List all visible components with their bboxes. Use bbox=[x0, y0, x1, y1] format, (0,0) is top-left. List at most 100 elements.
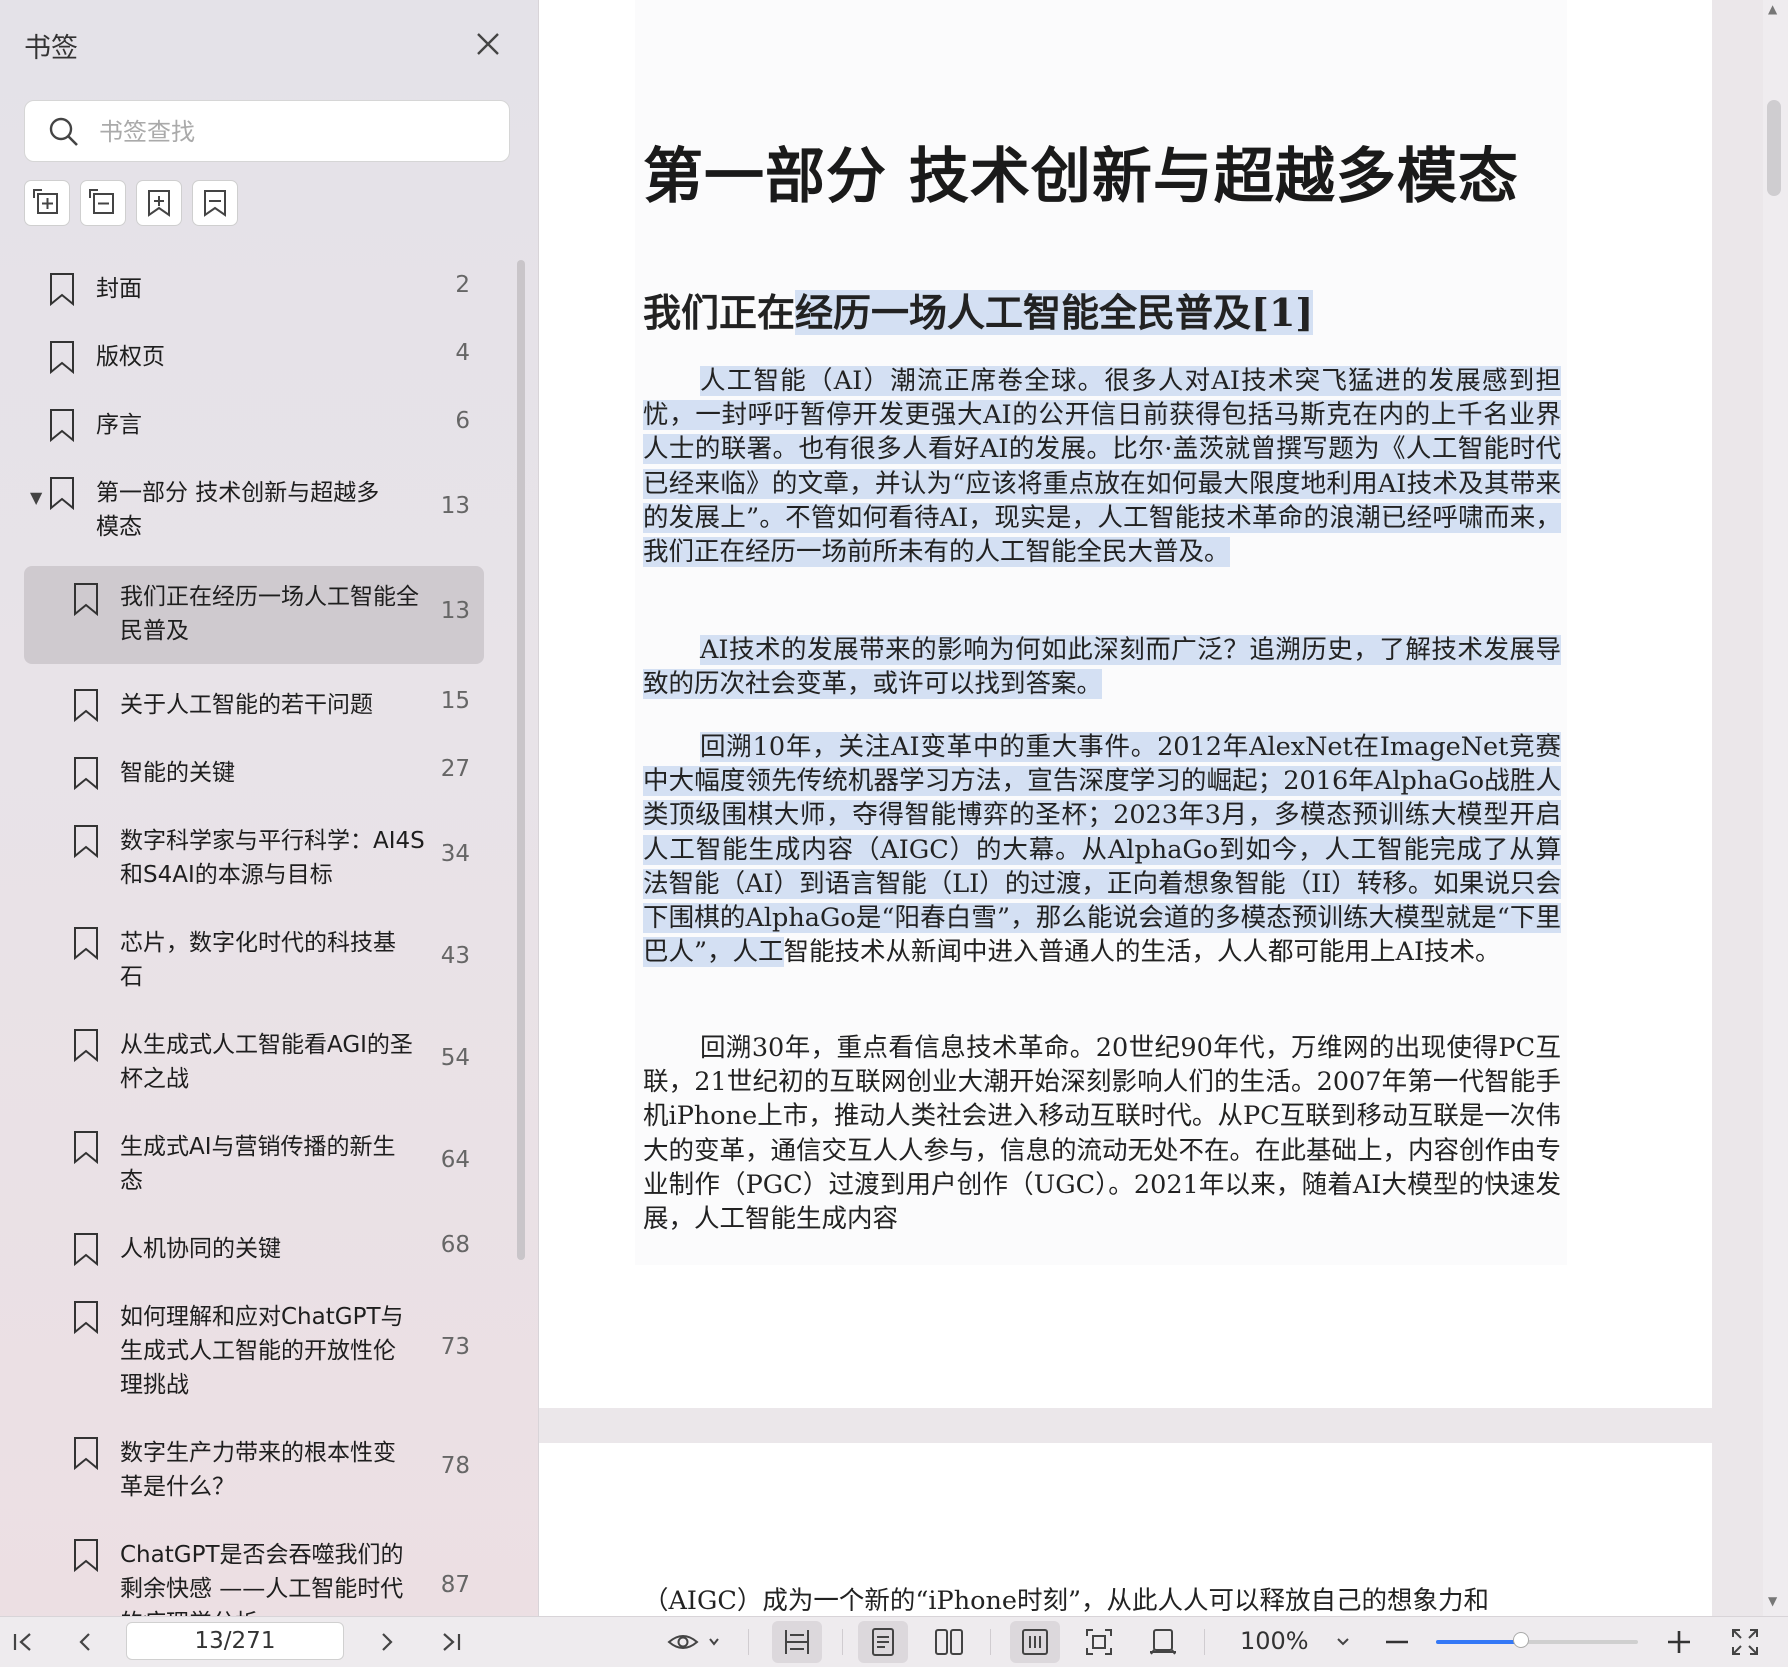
bottom-toolbar: 100% bbox=[0, 1616, 1788, 1667]
bookmark-item[interactable]: 如何理解和应对ChatGPT与生成式人工智能的开放性伦理挑战 73 bbox=[24, 1292, 484, 1410]
bookmark-label: 我们正在经历一场人工智能全民普及 bbox=[120, 584, 419, 644]
bookmark-item[interactable]: 关于人工智能的若干问题 15 bbox=[24, 680, 484, 730]
bookmark-item[interactable]: 数字科学家与平行科学：AI4S和S4AI的本源与目标 34 bbox=[24, 816, 484, 900]
zoom-level[interactable]: 100% bbox=[1240, 1627, 1309, 1655]
bookmark-label: 封面 bbox=[96, 276, 142, 302]
scroll-up-icon[interactable]: ▲ bbox=[1768, 2, 1777, 16]
paragraph[interactable]: AI技术的发展带来的影响为何如此深刻而广泛？追溯历史，了解技术发展导致的历次社会… bbox=[643, 633, 1561, 701]
bookmark-page: 68 bbox=[440, 1232, 470, 1258]
caret-down-icon[interactable]: ▼ bbox=[30, 488, 42, 507]
chevron-down-icon[interactable] bbox=[1326, 1625, 1360, 1659]
bookmark-item-expanded[interactable]: ▼ 第一部分 技术创新与超越多模态 13 bbox=[24, 468, 484, 552]
bookmark-search[interactable] bbox=[24, 100, 510, 162]
rotate-page-icon[interactable] bbox=[1146, 1625, 1180, 1659]
continuous-scroll-icon[interactable] bbox=[1018, 1625, 1052, 1659]
panel-title: 书签 bbox=[24, 33, 78, 64]
bookmark-page: 87 bbox=[440, 1572, 470, 1598]
bookmark-icon bbox=[74, 825, 98, 858]
zoom-slider-thumb[interactable] bbox=[1512, 1632, 1529, 1648]
bookmark-icon bbox=[74, 757, 98, 790]
bookmark-icon bbox=[74, 1539, 98, 1572]
document-scroll-thumb[interactable] bbox=[1767, 100, 1781, 196]
paragraph-highlight: 人工智能（AI）潮流正席卷全球。很多人对AI技术突飞猛进的发展感到担忧，一封呼吁… bbox=[643, 366, 1561, 568]
bookmark-list: 封面 2 版权页 4 序言 6 ▼ 第一部分 技术创新与超越多模态 13 我们正… bbox=[0, 250, 538, 1616]
paragraph[interactable]: 回溯30年，重点看信息技术革命。20世纪90年代，万维网的出现使得PC互联，21… bbox=[643, 1031, 1561, 1236]
eye-read-mode-icon[interactable] bbox=[666, 1625, 726, 1659]
bookmark-icon bbox=[50, 341, 74, 374]
document-page: 第一部分 技术创新与超越多模态 我们正在经历一场人工智能全民普及[1] 人工智能… bbox=[539, 0, 1712, 1408]
bookmark-page: 4 bbox=[455, 340, 470, 366]
bookmark-item[interactable]: 智能的关键 27 bbox=[24, 748, 484, 798]
bookmark-label: 数字科学家与平行科学：AI4S和S4AI的本源与目标 bbox=[120, 828, 425, 888]
search-icon bbox=[47, 115, 81, 149]
prev-page-icon[interactable] bbox=[68, 1625, 102, 1659]
divider bbox=[748, 1629, 749, 1655]
bookmark-toggle-icon[interactable] bbox=[192, 180, 238, 226]
bookmark-label: 人机协同的关键 bbox=[120, 1236, 281, 1262]
collapse-all-icon[interactable] bbox=[80, 180, 126, 226]
bookmark-page: 6 bbox=[455, 408, 470, 434]
bookmark-page: 64 bbox=[440, 1147, 470, 1173]
single-page-icon[interactable] bbox=[866, 1625, 900, 1659]
section-title-highlight: 经历一场人工智能全民普及[1] bbox=[795, 290, 1314, 335]
bookmark-label: 第一部分 技术创新与超越多模态 bbox=[96, 480, 380, 540]
zoom-in-icon[interactable] bbox=[1662, 1625, 1696, 1659]
paragraph-highlight: AI技术的发展带来的影响为何如此深刻而广泛？追溯历史，了解技术发展导致的历次社会… bbox=[643, 635, 1561, 700]
fullscreen-icon[interactable] bbox=[1728, 1625, 1762, 1659]
bookmark-label: 智能的关键 bbox=[120, 760, 235, 786]
bookmark-icon bbox=[74, 927, 98, 960]
scroll-down-icon[interactable]: ▼ bbox=[1768, 1594, 1777, 1608]
last-page-icon[interactable] bbox=[434, 1625, 468, 1659]
first-page-icon[interactable] bbox=[6, 1625, 40, 1659]
add-bookmark-icon[interactable] bbox=[136, 180, 182, 226]
bookmark-page: 15 bbox=[440, 688, 470, 714]
bookmark-page: 73 bbox=[440, 1334, 470, 1360]
close-icon[interactable] bbox=[470, 26, 506, 62]
bookmark-label: 数字生产力带来的根本性变革是什么？ bbox=[120, 1440, 396, 1500]
bookmark-page: 78 bbox=[440, 1453, 470, 1479]
bookmark-item[interactable]: 版权页 4 bbox=[24, 332, 484, 382]
bookmark-label: ChatGPT是否会吞噬我们的剩余快感 ——人工智能时代的病理学分析 bbox=[120, 1542, 404, 1616]
fit-page-icon[interactable] bbox=[1082, 1625, 1116, 1659]
paragraph-highlight: 回溯10年，关注AI变革中的重大事件。2012年AlexNet在ImageNet… bbox=[643, 732, 1561, 968]
paragraph[interactable]: 人工智能（AI）潮流正席卷全球。很多人对AI技术突飞猛进的发展感到担忧，一封呼吁… bbox=[643, 364, 1561, 569]
section-title-text: 我们正在 bbox=[643, 290, 796, 335]
zoom-slider-fill bbox=[1436, 1640, 1521, 1644]
bookmark-item[interactable]: 芯片，数字化时代的科技基石 43 bbox=[24, 918, 484, 1002]
paragraph[interactable]: 回溯10年，关注AI变革中的重大事件。2012年AlexNet在ImageNet… bbox=[643, 730, 1561, 969]
bookmark-icon bbox=[50, 273, 74, 306]
sidebar-scrollbar[interactable] bbox=[517, 260, 525, 1260]
bookmark-search-input[interactable] bbox=[97, 111, 491, 153]
bookmark-page: 13 bbox=[440, 493, 470, 519]
page-number-input[interactable] bbox=[126, 1622, 344, 1660]
bookmark-label: 如何理解和应对ChatGPT与生成式人工智能的开放性伦理挑战 bbox=[120, 1304, 404, 1398]
chapter-title[interactable]: 第一部分 技术创新与超越多模态 bbox=[643, 128, 1519, 215]
bookmark-item-selected[interactable]: 我们正在经历一场人工智能全民普及 13 bbox=[24, 566, 484, 664]
two-page-icon[interactable] bbox=[932, 1625, 966, 1659]
zoom-slider[interactable] bbox=[1436, 1632, 1638, 1648]
document-scrollbar[interactable] bbox=[1763, 0, 1788, 1616]
document-viewport: 第一部分 技术创新与超越多模态 我们正在经历一场人工智能全民普及[1] 人工智能… bbox=[539, 0, 1788, 1616]
bookmark-item[interactable]: 序言 6 bbox=[24, 400, 484, 450]
fit-width-icon[interactable] bbox=[780, 1625, 814, 1659]
bookmark-item[interactable]: 从生成式人工智能看AGI的圣杯之战 54 bbox=[24, 1020, 484, 1104]
divider bbox=[990, 1629, 991, 1655]
bookmark-icon bbox=[74, 1131, 98, 1164]
section-title[interactable]: 我们正在经历一场人工智能全民普及[1] bbox=[643, 282, 1314, 337]
bookmark-item[interactable]: 生成式AI与营销传播的新生态 64 bbox=[24, 1122, 484, 1206]
bookmark-page: 43 bbox=[440, 943, 470, 969]
bookmark-item[interactable]: ChatGPT是否会吞噬我们的剩余快感 ——人工智能时代的病理学分析 87 bbox=[24, 1530, 484, 1616]
next-page-text[interactable]: （AIGC）成为一个新的“iPhone时刻”，从此人人可以释放自己的想象力和 bbox=[643, 1580, 1489, 1617]
bookmark-icon bbox=[74, 1301, 98, 1334]
bookmark-item[interactable]: 数字生产力带来的根本性变革是什么？ 78 bbox=[24, 1428, 484, 1512]
bookmark-icon bbox=[74, 1233, 98, 1266]
expand-all-icon[interactable] bbox=[24, 180, 70, 226]
bookmark-page: 54 bbox=[440, 1045, 470, 1071]
bookmark-label: 序言 bbox=[96, 412, 142, 438]
next-page-icon[interactable] bbox=[370, 1625, 404, 1659]
zoom-out-icon[interactable] bbox=[1380, 1625, 1414, 1659]
bookmark-item[interactable]: 封面 2 bbox=[24, 264, 484, 314]
bookmark-item[interactable]: 人机协同的关键 68 bbox=[24, 1224, 484, 1274]
bookmark-label: 从生成式人工智能看AGI的圣杯之战 bbox=[120, 1032, 413, 1092]
paragraph-text: 智能技术从新闻中进入普通人的生活，人人都可能用上AI技术。 bbox=[783, 937, 1501, 968]
